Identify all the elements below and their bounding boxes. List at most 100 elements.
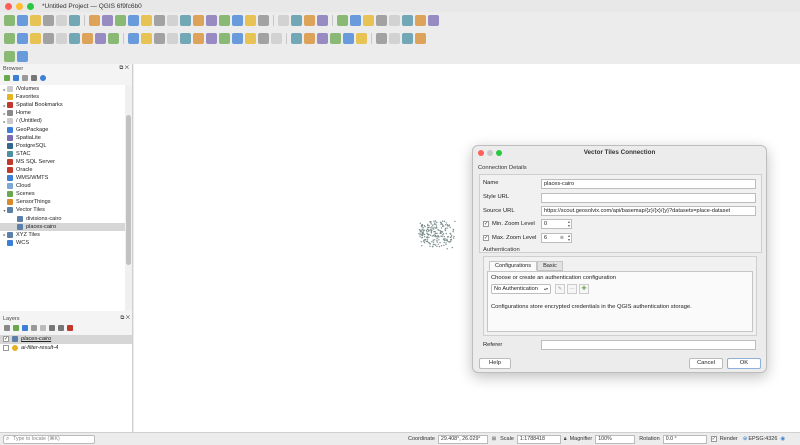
- layer-item[interactable]: ✓ places-cairo: [0, 335, 132, 344]
- paste-icon[interactable]: [245, 33, 256, 44]
- spinbox-clear-icon[interactable]: ⊗: [560, 234, 564, 242]
- browser-item[interactable]: STAC: [0, 150, 125, 158]
- plugin-c-icon[interactable]: [402, 33, 413, 44]
- browser-item[interactable]: WMS/WMTS: [0, 174, 125, 182]
- add-mesh-icon[interactable]: [30, 33, 41, 44]
- tab-basic[interactable]: Basic: [537, 261, 563, 271]
- save-as-icon[interactable]: [43, 15, 54, 26]
- temporal-icon[interactable]: [245, 15, 256, 26]
- label-change-icon[interactable]: [356, 33, 367, 44]
- refresh-icon[interactable]: [13, 75, 19, 81]
- zoom-last-icon[interactable]: [180, 15, 191, 26]
- save-edits-icon[interactable]: [154, 33, 165, 44]
- filter-legend-icon[interactable]: [31, 325, 37, 331]
- label-pin-icon[interactable]: [304, 33, 315, 44]
- identify-icon[interactable]: [278, 15, 289, 26]
- panel-float-close-icon[interactable]: ⧉ ✕: [119, 65, 129, 72]
- coordinate-field[interactable]: 29.408°, 26.029°: [437, 434, 488, 444]
- remove-layer-icon[interactable]: [67, 325, 73, 331]
- statistics-icon[interactable]: [376, 15, 387, 26]
- layers-panel-float-close-icon[interactable]: ⧉ ✕: [120, 315, 130, 322]
- add-raster-icon[interactable]: [17, 33, 28, 44]
- digitize-icon[interactable]: [128, 33, 139, 44]
- render-checkbox[interactable]: ✓: [710, 436, 717, 442]
- layer-item[interactable]: ai-filter-result-4: [0, 344, 132, 353]
- browser-item[interactable]: ▸/Volumes: [0, 85, 125, 93]
- browser-item[interactable]: MS SQL Server: [0, 158, 125, 166]
- max-zoom-stepper-icon[interactable]: ▴ ▾: [568, 234, 570, 242]
- remove-auth-icon[interactable]: —: [567, 284, 577, 294]
- zoom-selection-icon[interactable]: [167, 15, 178, 26]
- add-auth-icon[interactable]: ✚: [579, 284, 589, 294]
- browser-item[interactable]: SensorThings: [0, 198, 125, 206]
- toolbox-icon[interactable]: [389, 15, 400, 26]
- open-project-icon[interactable]: [17, 15, 28, 26]
- browser-item[interactable]: divisions-cairo: [0, 215, 125, 223]
- browser-scroll-thumb[interactable]: [126, 115, 131, 265]
- metasearch-icon[interactable]: [17, 51, 28, 62]
- zoom-full-icon[interactable]: [141, 15, 152, 26]
- min-zoom-stepper-icon[interactable]: ▴ ▾: [568, 220, 570, 228]
- delete-icon[interactable]: [206, 33, 217, 44]
- add-wms-icon[interactable]: [82, 33, 93, 44]
- crs-label[interactable]: EPSG:4326: [748, 436, 777, 442]
- browser-item[interactable]: SpatiaLite: [0, 134, 125, 142]
- browser-item[interactable]: Cloud: [0, 182, 125, 190]
- map-tips-icon[interactable]: [428, 15, 439, 26]
- browser-item[interactable]: Favorites: [0, 93, 125, 101]
- filter-icon[interactable]: [22, 75, 28, 81]
- plugin-a-icon[interactable]: [376, 33, 387, 44]
- undo-icon[interactable]: [258, 33, 269, 44]
- browser-item[interactable]: places-cairo: [0, 222, 125, 231]
- tab-configurations[interactable]: Configurations: [489, 261, 538, 271]
- select-icon[interactable]: [291, 15, 302, 26]
- min-zoom-checkbox[interactable]: ✓: [483, 221, 489, 227]
- save-project-icon[interactable]: [30, 15, 41, 26]
- add-feature-icon[interactable]: [167, 33, 178, 44]
- show-tips-icon[interactable]: [402, 15, 413, 26]
- browser-item[interactable]: Scenes: [0, 190, 125, 198]
- pan-icon[interactable]: [89, 15, 100, 26]
- expand-all-icon[interactable]: [49, 325, 55, 331]
- locator-search-input[interactable]: Type to locate (⌘K): [3, 434, 95, 444]
- referer-input[interactable]: [541, 340, 756, 350]
- layer-styling-icon[interactable]: [4, 325, 10, 331]
- add-spatialite-icon[interactable]: [56, 33, 67, 44]
- add-wfs-icon[interactable]: [95, 33, 106, 44]
- browser-item[interactable]: ▸ Spatial Bookmarks: [0, 101, 125, 109]
- print-layout-icon[interactable]: [56, 15, 67, 26]
- move-feature-icon[interactable]: [180, 33, 191, 44]
- cut-icon[interactable]: [219, 33, 230, 44]
- info-icon[interactable]: [337, 15, 348, 26]
- field-calc-icon[interactable]: [363, 15, 374, 26]
- lock-scale-icon[interactable]: 🔒︎: [564, 436, 567, 442]
- attribute-table-icon[interactable]: [350, 15, 361, 26]
- scale-field[interactable]: 1:1788418: [516, 434, 561, 444]
- annotation-icon[interactable]: [415, 15, 426, 26]
- add-vector-icon[interactable]: [4, 33, 15, 44]
- rotation-field[interactable]: 0.0 °: [662, 434, 707, 444]
- filter-expression-icon[interactable]: [40, 325, 46, 331]
- crs-globe-icon[interactable]: ⊕: [743, 436, 748, 442]
- browser-scrollbar[interactable]: [125, 85, 132, 311]
- min-zoom-spinbox[interactable]: 0 ▴ ▾: [541, 219, 572, 229]
- plugin-b-icon[interactable]: [389, 33, 400, 44]
- style-url-input[interactable]: [541, 193, 756, 203]
- browser-item[interactable]: PostgreSQL: [0, 142, 125, 150]
- close-window-button[interactable]: [5, 2, 12, 10]
- refresh-icon[interactable]: [258, 15, 269, 26]
- name-input[interactable]: places-cairo: [541, 179, 756, 189]
- messages-icon[interactable]: ◉: [780, 436, 785, 442]
- help-button[interactable]: Help: [479, 358, 511, 369]
- zoom-out-icon[interactable]: [128, 15, 139, 26]
- source-url-input[interactable]: https://scout.geosolvix.com/api/basemap/…: [541, 206, 756, 216]
- auth-config-select[interactable]: No Authentication ▴▾: [491, 284, 551, 294]
- browser-item[interactable]: ▾ Vector Tiles: [0, 206, 125, 214]
- browser-item[interactable]: ▸ / (Untitled): [0, 117, 125, 125]
- browser-item[interactable]: ▸ XYZ Tiles: [0, 231, 125, 239]
- maximize-window-button[interactable]: [27, 2, 34, 10]
- info-icon[interactable]: [40, 75, 46, 81]
- collapse-all-layers-icon[interactable]: [58, 325, 64, 331]
- browser-item[interactable]: ▸ Home: [0, 109, 125, 117]
- layer-visibility-checkbox[interactable]: [3, 344, 9, 351]
